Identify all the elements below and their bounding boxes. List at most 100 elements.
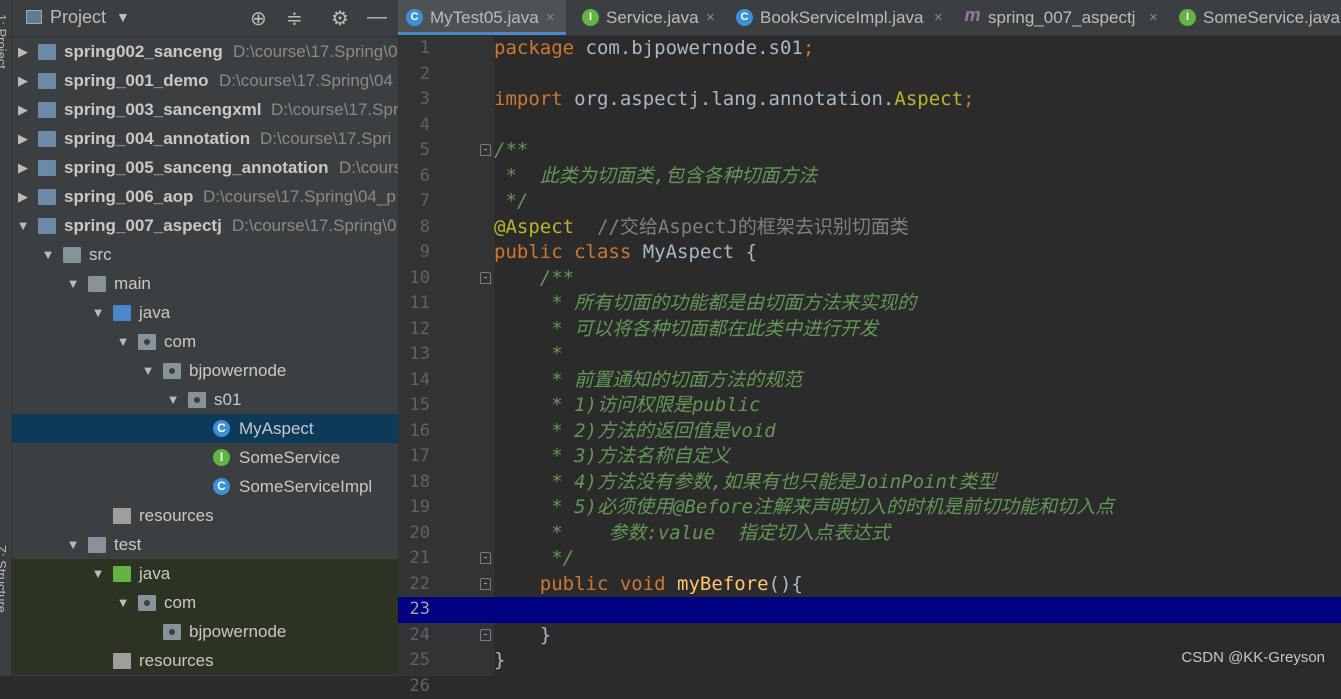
project-tool-button[interactable]: 1: Project bbox=[0, 14, 9, 69]
collapsed-arrow-icon[interactable]: ▶ bbox=[16, 124, 30, 153]
collapse-all-icon[interactable]: ≑ bbox=[286, 6, 303, 31]
fold-marker-icon[interactable] bbox=[480, 144, 491, 156]
expanded-arrow-icon[interactable]: ▼ bbox=[141, 356, 155, 385]
tree-item[interactable]: ▼bjpowernode bbox=[12, 356, 398, 385]
editor-tab[interactable]: IService.java× bbox=[574, 0, 726, 35]
expanded-arrow-icon[interactable]: ▼ bbox=[66, 530, 80, 559]
code-line[interactable]: 14 * 前置通知的切面方法的规范 bbox=[398, 368, 1341, 394]
code-line[interactable]: 9public class MyAspect { bbox=[398, 240, 1341, 266]
expanded-arrow-icon[interactable]: ▼ bbox=[116, 588, 130, 617]
tree-item[interactable]: ISomeService bbox=[12, 443, 398, 472]
code-line[interactable]: 21 */ bbox=[398, 546, 1341, 572]
close-icon[interactable]: × bbox=[934, 0, 943, 35]
tree-item[interactable]: ▶spring_005_sanceng_annotationD:\cours bbox=[12, 153, 398, 182]
fold-marker-icon[interactable] bbox=[480, 272, 491, 284]
close-icon[interactable]: × bbox=[1321, 0, 1330, 35]
close-icon[interactable]: × bbox=[546, 0, 555, 35]
tree-item[interactable]: ▶spring_006_aopD:\course\17.Spring\04_p bbox=[12, 182, 398, 211]
editor-tab[interactable]: CBookServiceImpl.java× bbox=[728, 0, 954, 35]
code-token: org.aspectj.lang.annotation. bbox=[574, 88, 894, 110]
code-line[interactable]: 7 */ bbox=[398, 189, 1341, 215]
code-line[interactable]: 23 bbox=[398, 597, 1341, 623]
collapsed-arrow-icon[interactable]: ▶ bbox=[16, 66, 30, 95]
gear-icon[interactable]: ⚙ bbox=[331, 6, 349, 31]
code-line[interactable]: 10 /** bbox=[398, 266, 1341, 292]
tree-item[interactable]: ▼spring_007_aspectjD:\course\17.Spring\0 bbox=[12, 211, 398, 240]
code-editor[interactable]: 1package com.bjpowernode.s01;23import or… bbox=[398, 36, 1341, 676]
code-line[interactable]: 5/** bbox=[398, 138, 1341, 164]
expanded-arrow-icon[interactable]: ▼ bbox=[91, 298, 105, 327]
maven-icon: m bbox=[964, 7, 981, 24]
expanded-arrow-icon[interactable]: ▼ bbox=[91, 559, 105, 588]
code-line[interactable]: 6 * 此类为切面类,包含各种切面方法 bbox=[398, 164, 1341, 190]
code-line[interactable]: 15 * 1)访问权限是public bbox=[398, 393, 1341, 419]
code-token: /** bbox=[494, 267, 574, 289]
fold-marker-icon[interactable] bbox=[480, 578, 491, 590]
tree-item[interactable]: ▼java bbox=[12, 559, 398, 588]
code-text: public void myBefore(){ bbox=[494, 572, 803, 598]
chevron-down-icon[interactable]: ▼ bbox=[116, 9, 130, 25]
tree-item[interactable]: ▶spring002_sancengD:\course\17.Spring\0 bbox=[12, 37, 398, 66]
expanded-arrow-icon[interactable]: ▼ bbox=[41, 240, 55, 269]
tree-item[interactable]: ▼s01 bbox=[12, 385, 398, 414]
code-line[interactable]: 18 * 4)方法没有参数,如果有也只能是JoinPoint类型 bbox=[398, 470, 1341, 496]
tree-item[interactable]: CMyAspect bbox=[12, 414, 398, 443]
tree-item-path: D:\cours bbox=[339, 153, 398, 182]
tree-item[interactable]: ▼src bbox=[12, 240, 398, 269]
code-line[interactable]: 13 * bbox=[398, 342, 1341, 368]
expanded-arrow-icon[interactable]: ▼ bbox=[66, 269, 80, 298]
line-number: 14 bbox=[398, 368, 430, 394]
editor-tab[interactable]: CMyTest05.java× bbox=[398, 0, 566, 35]
tree-item[interactable]: ▼test bbox=[12, 530, 398, 559]
tree-item[interactable]: bjpowernode bbox=[12, 617, 398, 646]
code-line[interactable]: 11 * 所有切面的功能都是由切面方法来实现的 bbox=[398, 291, 1341, 317]
close-icon[interactable]: × bbox=[706, 0, 715, 35]
code-line[interactable]: 22 public void myBefore(){ bbox=[398, 572, 1341, 598]
code-line[interactable]: 24 } bbox=[398, 623, 1341, 649]
line-number: 21 bbox=[398, 546, 430, 572]
module-folder-icon bbox=[38, 160, 56, 176]
collapsed-arrow-icon[interactable]: ▶ bbox=[16, 182, 30, 211]
test-resources-folder-icon bbox=[113, 653, 131, 669]
tree-item[interactable]: ▶spring_001_demoD:\course\17.Spring\04 bbox=[12, 66, 398, 95]
code-line[interactable]: 3import org.aspectj.lang.annotation.Aspe… bbox=[398, 87, 1341, 113]
expanded-arrow-icon[interactable]: ▼ bbox=[166, 385, 180, 414]
code-line[interactable]: 20 * 参数:value 指定切入点表达式 bbox=[398, 521, 1341, 547]
collapsed-arrow-icon[interactable]: ▶ bbox=[16, 153, 30, 182]
code-line[interactable]: 17 * 3)方法名称自定义 bbox=[398, 444, 1341, 470]
tree-item[interactable]: ▼main bbox=[12, 269, 398, 298]
code-line[interactable]: 2 bbox=[398, 62, 1341, 88]
tree-item[interactable]: ▼com bbox=[12, 327, 398, 356]
expanded-arrow-icon[interactable]: ▼ bbox=[16, 211, 30, 240]
line-number: 16 bbox=[398, 419, 430, 445]
code-line[interactable]: 4 bbox=[398, 113, 1341, 139]
structure-tool-button[interactable]: Z: Structure bbox=[0, 545, 9, 613]
code-line[interactable]: 1package com.bjpowernode.s01; bbox=[398, 36, 1341, 62]
code-line[interactable]: 19 * 5)必须使用@Before注解来声明切入的时机是前切功能和切入点 bbox=[398, 495, 1341, 521]
tree-item[interactable]: resources bbox=[12, 646, 398, 675]
code-line[interactable]: 16 * 2)方法的返回值是void bbox=[398, 419, 1341, 445]
code-line[interactable]: 26 bbox=[398, 674, 1341, 699]
collapsed-arrow-icon[interactable]: ▶ bbox=[16, 37, 30, 66]
editor-tab[interactable]: mspring_007_aspectj× bbox=[956, 0, 1169, 35]
minimize-icon[interactable]: — bbox=[367, 6, 387, 29]
fold-marker-icon[interactable] bbox=[480, 629, 491, 641]
close-icon[interactable]: × bbox=[1149, 0, 1158, 35]
resources-folder-icon bbox=[113, 508, 131, 524]
project-view-selector[interactable]: Project bbox=[50, 7, 106, 28]
expanded-arrow-icon[interactable]: ▼ bbox=[116, 327, 130, 356]
module-folder-icon bbox=[38, 218, 56, 234]
tree-item[interactable]: ▶spring_004_annotationD:\course\17.Spri bbox=[12, 124, 398, 153]
code-line[interactable]: 8@Aspect //交给AspectJ的框架去识别切面类 bbox=[398, 215, 1341, 241]
editor-tab[interactable]: ISomeService.java× bbox=[1171, 0, 1341, 35]
collapsed-arrow-icon[interactable]: ▶ bbox=[16, 95, 30, 124]
tree-item[interactable]: CSomeServiceImpl bbox=[12, 472, 398, 501]
code-line[interactable]: 12 * 可以将各种切面都在此类中进行开发 bbox=[398, 317, 1341, 343]
crosshair-icon[interactable]: ⊕ bbox=[250, 6, 267, 31]
tree-item[interactable]: ▼java bbox=[12, 298, 398, 327]
module-folder-icon bbox=[38, 189, 56, 205]
fold-marker-icon[interactable] bbox=[480, 552, 491, 564]
tree-item[interactable]: ▼com bbox=[12, 588, 398, 617]
tree-item[interactable]: resources bbox=[12, 501, 398, 530]
tree-item[interactable]: ▶spring_003_sancengxmlD:\course\17.Spr bbox=[12, 95, 398, 124]
